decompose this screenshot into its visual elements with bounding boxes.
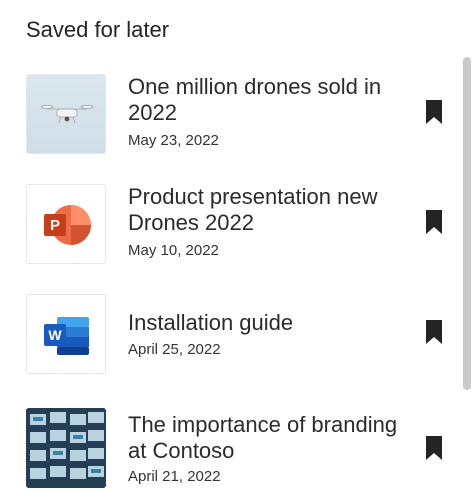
svg-text:P: P [50,217,60,234]
item-date: April 21, 2022 [128,468,221,485]
bookmark-icon[interactable] [426,210,442,234]
saved-for-later-panel: Saved for later One million drones sold … [0,0,474,490]
item-date: May 23, 2022 [128,132,219,149]
bookmark-icon[interactable] [426,320,442,344]
powerpoint-icon: P [44,205,91,245]
item-date: April 25, 2022 [128,341,221,358]
bookmark-icon[interactable] [426,436,442,460]
item-title: Product presentation new Drones 2022 [128,184,378,235]
svg-text:W: W [48,327,62,343]
powerpoint-thumbnail: P [26,184,106,264]
panel-title: Saved for later [26,17,170,42]
list-item[interactable]: One million drones sold in 2022 May 23, … [0,60,460,170]
scrollbar-thumb[interactable] [463,57,471,390]
list-item[interactable]: P Product presentation new Drones 2022 M… [0,170,460,280]
item-date: May 10, 2022 [128,242,219,259]
drone-thumbnail [26,74,106,154]
item-title: The importance of branding at Contoso [128,412,398,463]
list-item[interactable]: The importance of branding at Contoso Ap… [0,390,460,490]
word-icon: W [44,317,89,355]
bookmark-icon[interactable] [426,100,442,124]
item-title: Installation guide [128,310,294,335]
list-item[interactable]: W Installation guide April 25, 2022 [0,280,460,390]
slides-collage-thumbnail [26,408,106,488]
item-title: One million drones sold in 2022 [128,74,382,125]
word-thumbnail: W [26,294,106,374]
